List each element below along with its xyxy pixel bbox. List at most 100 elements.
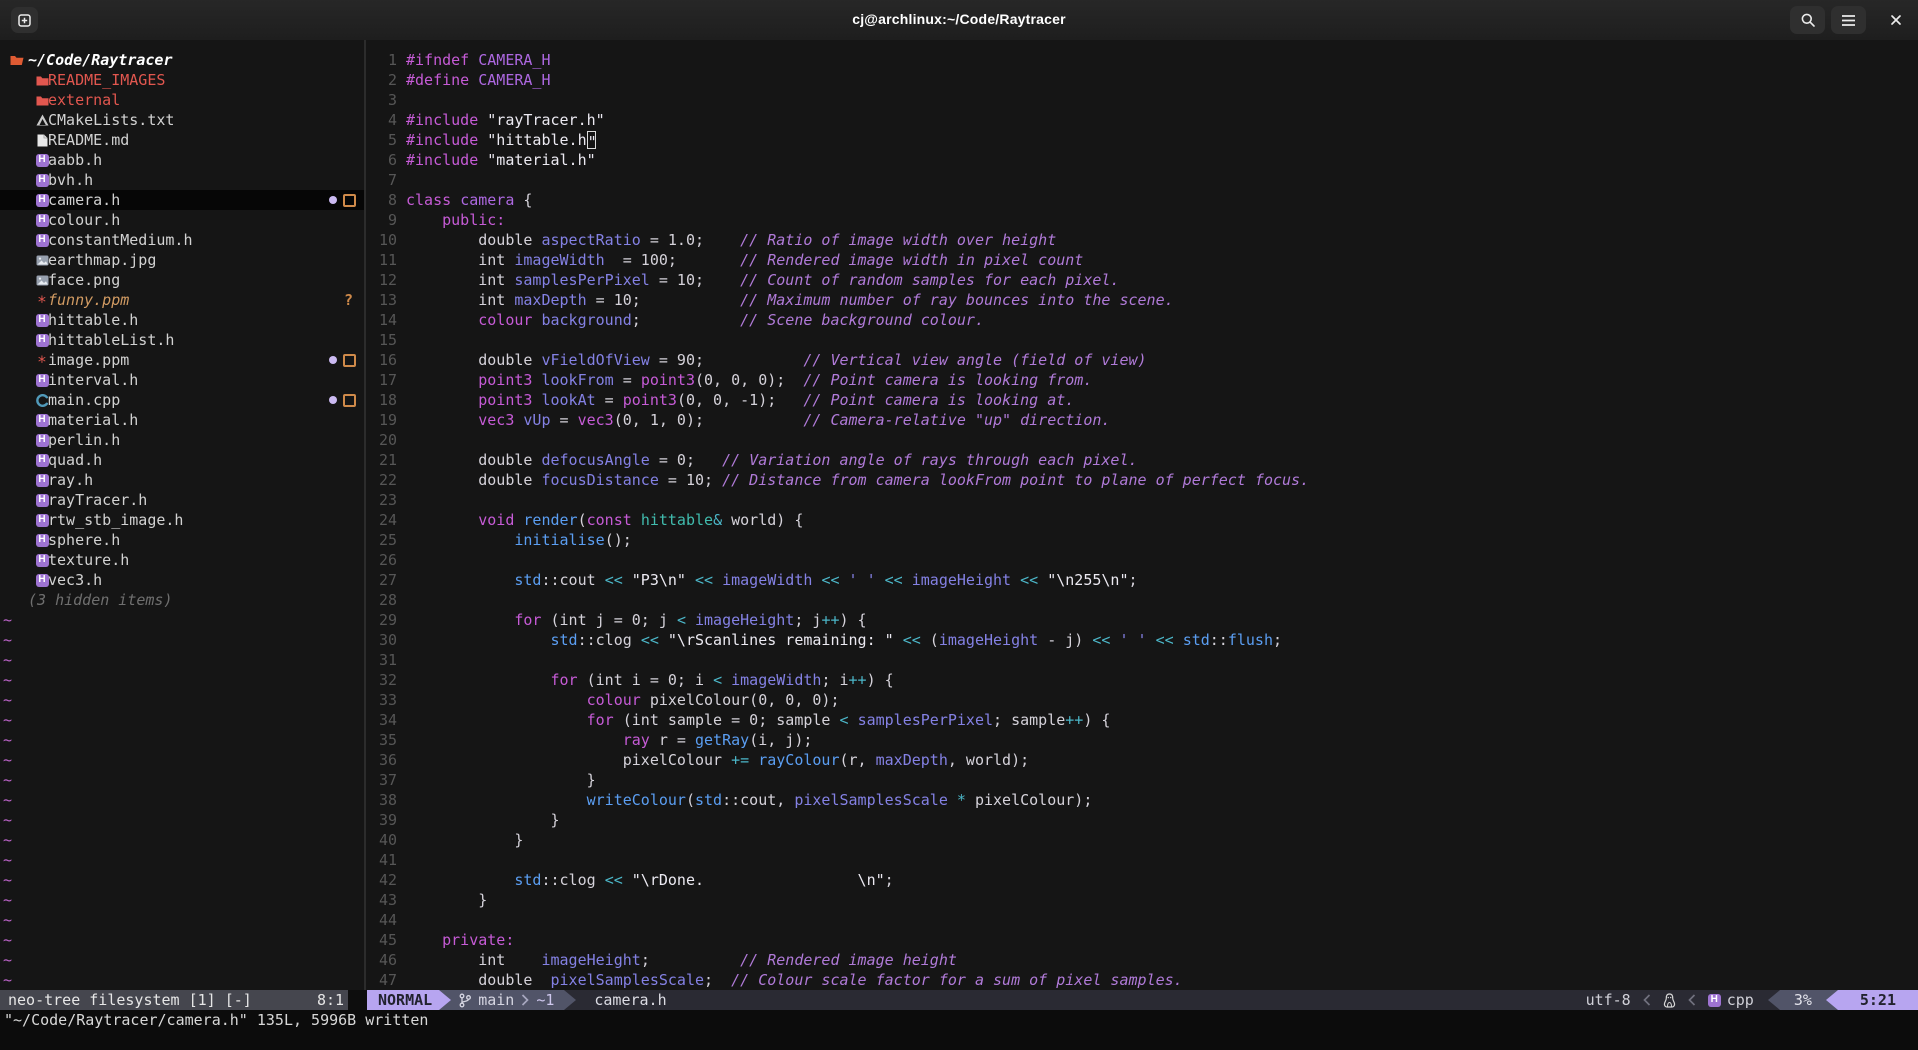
tree-item-funny-ppm[interactable]: *funny.ppm? [0, 290, 364, 310]
powerline-separator [1768, 990, 1780, 1010]
line-text: double defocusAngle = 0; // Variation an… [406, 450, 1138, 470]
code-line[interactable]: 5#include "hittable.h" [366, 130, 1916, 150]
code-line[interactable]: 12 int samplesPerPixel = 10; // Count of… [366, 270, 1916, 290]
tree-item-raytracer-h[interactable]: HrayTracer.h [0, 490, 364, 510]
tree-item-earthmap-jpg[interactable]: earthmap.jpg [0, 250, 364, 270]
tree-item-ray-h[interactable]: Hray.h [0, 470, 364, 490]
code-line[interactable]: 23 [366, 490, 1916, 510]
code-line[interactable]: 40 } [366, 830, 1916, 850]
tree-item-readme-images[interactable]: README_IMAGES [0, 70, 364, 90]
tree-item-label: (3 hidden items) [28, 590, 173, 610]
code-line[interactable]: 34 for (int sample = 0; sample < samples… [366, 710, 1916, 730]
code-line[interactable]: 25 initialise(); [366, 530, 1916, 550]
code-line[interactable]: 39 } [366, 810, 1916, 830]
code-line[interactable]: 19 vec3 vUp = vec3(0, 1, 0); // Camera-r… [366, 410, 1916, 430]
close-button[interactable] [1881, 6, 1911, 34]
code-line[interactable]: 45 private: [366, 930, 1916, 950]
code-line[interactable]: 8class camera { [366, 190, 1916, 210]
code-line[interactable]: 24 void render(const hittable& world) { [366, 510, 1916, 530]
tree-item-face-png[interactable]: face.png [0, 270, 364, 290]
code-line[interactable]: 21 double defocusAngle = 0; // Variation… [366, 450, 1916, 470]
tree-item-texture-h[interactable]: Htexture.h [0, 550, 364, 570]
code-line[interactable]: 42 std::clog << "\rDone. \n"; [366, 870, 1916, 890]
code-line[interactable]: 18 point3 lookAt = point3(0, 0, -1); // … [366, 390, 1916, 410]
code-line[interactable]: 3 [366, 90, 1916, 110]
code-line[interactable]: 13 int maxDepth = 10; // Maximum number … [366, 290, 1916, 310]
tree-item-hittablelist-h[interactable]: HhittableList.h [0, 330, 364, 350]
code-line[interactable]: 32 for (int i = 0; i < imageWidth; i++) … [366, 670, 1916, 690]
code-line[interactable]: 36 pixelColour += rayColour(r, maxDepth,… [366, 750, 1916, 770]
code-line[interactable]: 9 public: [366, 210, 1916, 230]
code-line[interactable]: 33 colour pixelColour(0, 0, 0); [366, 690, 1916, 710]
line-text: double vFieldOfView = 90; // Vertical vi… [406, 350, 1147, 370]
tree-item-camera-h[interactable]: Hcamera.h [0, 190, 364, 210]
code-line[interactable]: 47 double pixelSamplesScale; // Colour s… [366, 970, 1916, 990]
code-line[interactable]: 43 } [366, 890, 1916, 910]
tree-item-vec3-h[interactable]: Hvec3.h [0, 570, 364, 590]
tree-item-bvh-h[interactable]: Hbvh.h [0, 170, 364, 190]
tree-item-external[interactable]: external [0, 90, 364, 110]
file-tree[interactable]: ~/Code/RaytracerREADME_IMAGESexternalCMa… [0, 50, 364, 990]
menu-button[interactable] [1831, 6, 1866, 34]
code-line[interactable]: 46 int imageHeight; // Rendered image he… [366, 950, 1916, 970]
code-line[interactable]: 16 double vFieldOfView = 90; // Vertical… [366, 350, 1916, 370]
code-line[interactable]: 17 point3 lookFrom = point3(0, 0, 0); //… [366, 370, 1916, 390]
code-line[interactable]: 4#include "rayTracer.h" [366, 110, 1916, 130]
statusline-gap [348, 990, 367, 1010]
tree-item-3-hidden-items[interactable]: (3 hidden items) [0, 590, 364, 610]
code-line[interactable]: 44 [366, 910, 1916, 930]
code-line[interactable]: 38 writeColour(std::cout, pixelSamplesSc… [366, 790, 1916, 810]
code-line[interactable]: 28 [366, 590, 1916, 610]
code-line[interactable]: 14 colour background; // Scene backgroun… [366, 310, 1916, 330]
h-icon: H [35, 533, 49, 547]
tree-item-code-raytracer[interactable]: ~/Code/Raytracer [0, 50, 364, 70]
empty-buffer-line: ~ [0, 950, 364, 970]
code-line[interactable]: 41 [366, 850, 1916, 870]
tree-item-perlin-h[interactable]: Hperlin.h [0, 430, 364, 450]
tree-item-rtw-stb-image-h[interactable]: Hrtw_stb_image.h [0, 510, 364, 530]
line-text: } [406, 770, 596, 790]
line-number: 13 [366, 290, 397, 310]
code-line[interactable]: 29 for (int j = 0; j < imageHeight; j++)… [366, 610, 1916, 630]
tree-item-readme-md[interactable]: README.md [0, 130, 364, 150]
code-line[interactable]: 20 [366, 430, 1916, 450]
code-line[interactable]: 10 double aspectRatio = 1.0; // Ratio of… [366, 230, 1916, 250]
h-icon: H [35, 513, 49, 527]
tree-item-aabb-h[interactable]: Haabb.h [0, 150, 364, 170]
tree-item-material-h[interactable]: Hmaterial.h [0, 410, 364, 430]
editor-statusline: NORMAL main ~1 camera.h [367, 990, 1918, 1010]
code-line[interactable]: 35 ray r = getRay(i, j); [366, 730, 1916, 750]
empty-buffer-line: ~ [0, 790, 364, 810]
code-line[interactable]: 15 [366, 330, 1916, 350]
code-line[interactable]: 30 std::clog << "\rScanlines remaining: … [366, 630, 1916, 650]
tree-item-colour-h[interactable]: Hcolour.h [0, 210, 364, 230]
code-line[interactable]: 6#include "material.h" [366, 150, 1916, 170]
code-line[interactable]: 37 } [366, 770, 1916, 790]
code-line[interactable]: 11 int imageWidth = 100; // Rendered ima… [366, 250, 1916, 270]
search-button[interactable] [1790, 6, 1825, 34]
line-number: 29 [366, 610, 397, 630]
code-line[interactable]: 27 std::cout << "P3\n" << imageWidth << … [366, 570, 1916, 590]
code-line[interactable]: 26 [366, 550, 1916, 570]
line-text: for (int sample = 0; sample < samplesPer… [406, 710, 1110, 730]
tree-item-interval-h[interactable]: Hinterval.h [0, 370, 364, 390]
code-line[interactable]: 2#define CAMERA_H [366, 70, 1916, 90]
tree-item-sphere-h[interactable]: Hsphere.h [0, 530, 364, 550]
code-line[interactable]: 7 [366, 170, 1916, 190]
folder-icon [35, 93, 49, 107]
line-text: initialise(); [406, 530, 632, 550]
tree-item-main-cpp[interactable]: main.cpp [0, 390, 364, 410]
tree-item-hittable-h[interactable]: Hhittable.h [0, 310, 364, 330]
h-icon: H [35, 153, 49, 167]
tree-item-cmakelists-txt[interactable]: CMakeLists.txt [0, 110, 364, 130]
tree-item-image-ppm[interactable]: *image.ppm [0, 350, 364, 370]
line-text: writeColour(std::cout, pixelSamplesScale… [406, 790, 1092, 810]
code-line[interactable]: 22 double focusDistance = 10; // Distanc… [366, 470, 1916, 490]
code-line[interactable]: 1#ifndef CAMERA_H [366, 50, 1916, 70]
tree-item-constantmedium-h[interactable]: HconstantMedium.h [0, 230, 364, 250]
editor-buffer[interactable]: 1#ifndef CAMERA_H2#define CAMERA_H34#inc… [366, 50, 1916, 990]
code-line[interactable]: 31 [366, 650, 1916, 670]
tree-item-quad-h[interactable]: Hquad.h [0, 450, 364, 470]
close-icon [1890, 14, 1902, 26]
h-icon: H [35, 453, 49, 467]
